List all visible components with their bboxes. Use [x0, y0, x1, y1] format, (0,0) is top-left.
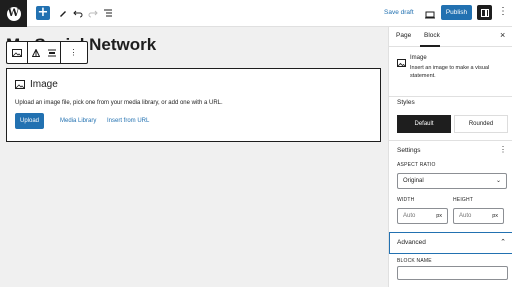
width-label: WIDTH — [397, 197, 415, 203]
wordpress-logo-button[interactable]: W — [0, 0, 27, 27]
publish-button[interactable]: Publish — [441, 5, 472, 20]
image-icon — [397, 54, 406, 72]
image-block-placeholder: Image Upload an image file, pick one fro… — [6, 68, 381, 142]
settings-sidebar: Page Block × Image Insert an image to ma… — [388, 27, 512, 287]
chevron-up-icon: ⌃ — [500, 239, 506, 246]
add-block-button[interactable]: + — [36, 6, 50, 20]
styles-heading[interactable]: Styles — [397, 99, 415, 106]
wordpress-logo-icon: W — [6, 6, 21, 21]
undo-icon[interactable] — [71, 6, 85, 20]
options-menu-icon[interactable]: ⋮ — [498, 6, 508, 17]
block-options-icon[interactable]: ⋮ — [61, 42, 86, 63]
chevron-down-icon: ⌄ — [495, 178, 501, 184]
editor-canvas — [0, 27, 388, 287]
style-rounded-button[interactable]: Rounded — [454, 115, 508, 133]
width-unit[interactable]: px — [436, 213, 442, 219]
redo-icon[interactable] — [86, 6, 100, 20]
block-toolbar: ⋮ — [6, 41, 88, 64]
block-type-image-icon[interactable] — [7, 42, 27, 63]
editor-header: W + Save draft Publish ⋮ — [0, 0, 512, 27]
settings-toggle-button[interactable] — [477, 5, 492, 20]
block-card: Image Insert an image to make a visual s… — [389, 47, 512, 97]
block-name-input[interactable] — [397, 266, 508, 280]
image-block-title: Image — [30, 79, 58, 90]
width-input[interactable]: Auto px — [397, 208, 448, 224]
sidebar-tabs: Page Block × — [389, 27, 512, 47]
height-label: HEIGHT — [453, 197, 474, 203]
settings-options-icon[interactable]: ⋮ — [499, 145, 507, 154]
aspect-ratio-label: ASPECT RATIO — [397, 162, 436, 168]
height-unit[interactable]: px — [492, 213, 498, 219]
advanced-heading: Advanced — [397, 239, 426, 246]
sidebar-icon — [480, 8, 489, 17]
close-sidebar-icon[interactable]: × — [500, 30, 505, 40]
tab-block[interactable]: Block — [424, 32, 440, 39]
save-draft-button[interactable]: Save draft — [384, 9, 414, 16]
block-name-label: BLOCK NAME — [397, 258, 432, 264]
preview-icon[interactable] — [425, 7, 435, 25]
panel-divider — [389, 140, 512, 141]
image-block-header: Image — [15, 79, 58, 90]
settings-heading[interactable]: Settings — [397, 147, 421, 154]
document-overview-icon[interactable] — [101, 6, 115, 20]
aspect-ratio-select[interactable]: Original ⌄ — [397, 173, 507, 189]
block-card-title: Image — [410, 55, 427, 61]
triangle-warning-icon[interactable] — [28, 42, 44, 63]
height-input[interactable]: Auto px — [453, 208, 504, 224]
block-card-description: Insert an image to make a visual stateme… — [410, 65, 490, 79]
upload-button[interactable]: Upload — [15, 113, 44, 129]
image-icon — [15, 80, 25, 89]
insert-from-url-button[interactable]: Insert from URL — [107, 118, 149, 124]
advanced-panel-toggle[interactable]: Advanced ⌃ — [389, 232, 512, 254]
width-placeholder: Auto — [403, 213, 416, 219]
media-library-button[interactable]: Media Library — [60, 118, 96, 124]
style-options: Default Rounded — [397, 115, 508, 133]
tools-pencil-icon[interactable] — [56, 6, 70, 20]
aspect-ratio-value: Original — [403, 178, 424, 184]
align-icon[interactable] — [44, 42, 60, 63]
tab-page[interactable]: Page — [396, 32, 411, 39]
style-default-button[interactable]: Default — [397, 115, 451, 133]
image-block-description: Upload an image file, pick one from your… — [15, 100, 223, 106]
height-placeholder: Auto — [459, 213, 472, 219]
